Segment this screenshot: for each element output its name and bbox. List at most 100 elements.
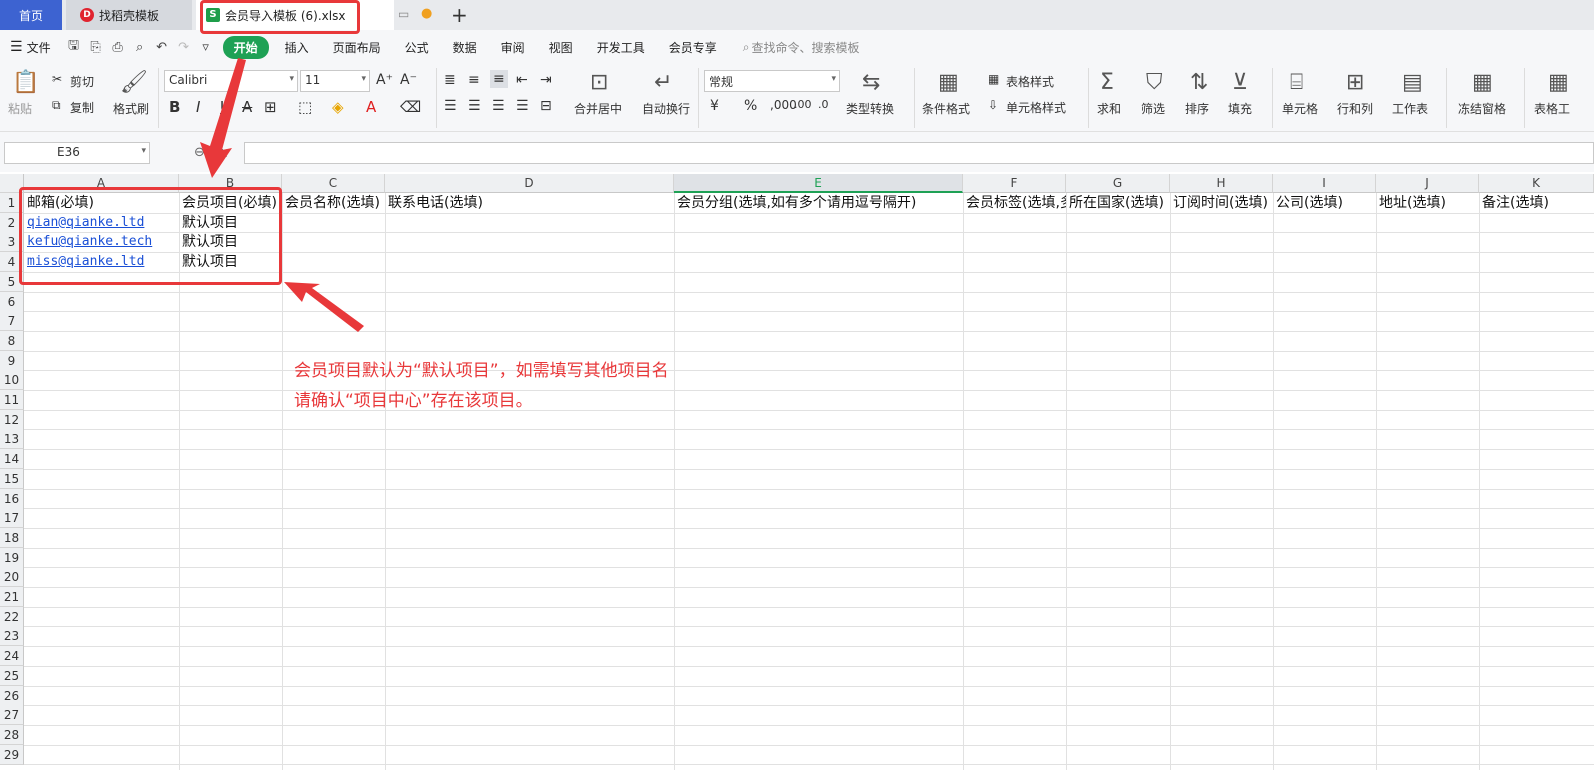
row-header[interactable]: 7: [0, 311, 24, 332]
row-header[interactable]: 27: [0, 705, 24, 726]
format-painter-icon[interactable]: 🖌: [120, 70, 148, 95]
row-header[interactable]: 11: [0, 390, 24, 410]
column-header-g[interactable]: G: [1066, 174, 1170, 193]
menu-data[interactable]: 数据: [441, 39, 489, 56]
row-header[interactable]: 26: [0, 685, 24, 706]
column-header-j[interactable]: J: [1376, 174, 1479, 193]
column-header-k[interactable]: K: [1479, 174, 1594, 193]
distribute-icon[interactable]: ⊟: [540, 98, 552, 114]
row-header[interactable]: 15: [0, 468, 24, 489]
row-header[interactable]: 29: [0, 744, 24, 765]
header-cell[interactable]: 会员分组(选填,如有多个请用逗号隔开): [674, 193, 963, 213]
indent-right-icon[interactable]: ⇥: [540, 72, 552, 88]
export-icon[interactable]: ⎘: [85, 40, 107, 55]
conditional-format-button[interactable]: 条件格式: [922, 100, 970, 117]
cut-button[interactable]: 剪切: [70, 73, 94, 90]
merge-icon[interactable]: ⊡: [590, 70, 608, 95]
row-header[interactable]: 8: [0, 330, 24, 351]
menu-start[interactable]: 开始: [222, 35, 269, 59]
font-family-select[interactable]: Calibri: [164, 70, 298, 92]
underline-icon[interactable]: U: [220, 98, 231, 116]
row-header[interactable]: 24: [0, 646, 24, 667]
row-header[interactable]: 16: [0, 488, 24, 509]
italic-icon[interactable]: I: [196, 98, 200, 116]
header-cell[interactable]: 备注(选填): [1479, 193, 1594, 213]
menu-view[interactable]: 视图: [537, 39, 585, 56]
zoom-formula-icon[interactable]: ⊖: [194, 145, 205, 160]
font-size-select[interactable]: 11: [300, 70, 370, 92]
wrap-text-button[interactable]: 自动换行: [642, 100, 690, 117]
sum-icon[interactable]: Σ: [1100, 70, 1114, 95]
fill-style-icon[interactable]: ⬚: [298, 98, 312, 116]
new-tab-button[interactable]: +: [451, 3, 468, 27]
align-center-icon[interactable]: ☰: [468, 98, 481, 114]
type-convert-button[interactable]: 类型转换: [846, 100, 894, 117]
bold-icon[interactable]: B: [169, 98, 180, 116]
thousands-icon[interactable]: ,000: [770, 98, 797, 112]
fill-icon[interactable]: ⊻: [1232, 70, 1248, 95]
filter-button[interactable]: 筛选: [1141, 100, 1165, 117]
header-cell[interactable]: 公司(选填): [1273, 193, 1376, 213]
row-header[interactable]: 9: [0, 350, 24, 371]
column-header-d[interactable]: D: [385, 174, 674, 193]
border-icon[interactable]: ⊞: [264, 98, 277, 116]
table-tools-button[interactable]: 表格工: [1534, 100, 1570, 117]
redo-icon[interactable]: ↷: [173, 40, 195, 55]
header-cell[interactable]: 会员标签(选填,多: [963, 193, 1066, 213]
decrease-decimal-icon[interactable]: .0: [818, 98, 829, 111]
menu-formula[interactable]: 公式: [393, 39, 441, 56]
filter-icon[interactable]: ⛉: [1146, 70, 1163, 95]
menu-file[interactable]: 文件: [23, 39, 63, 56]
conditional-format-icon[interactable]: ▦: [938, 70, 959, 95]
save-icon[interactable]: 🖫: [63, 36, 85, 58]
indent-left-icon[interactable]: ⇤: [516, 72, 528, 88]
row-header[interactable]: 23: [0, 626, 24, 647]
command-search[interactable]: 查找命令、搜索模板: [751, 39, 859, 56]
tab-find-template[interactable]: D 找稻壳模板: [66, 0, 192, 30]
justify-icon[interactable]: ☰: [516, 98, 529, 114]
row-header[interactable]: 25: [0, 665, 24, 686]
row-header[interactable]: 6: [0, 291, 24, 312]
align-right-icon[interactable]: ☰: [492, 98, 505, 114]
align-left-icon[interactable]: ☰: [444, 98, 457, 114]
monitor-icon[interactable]: ▭: [398, 7, 409, 21]
wrap-text-icon[interactable]: ↵: [654, 70, 672, 95]
font-color-icon[interactable]: A: [366, 98, 376, 116]
header-cell[interactable]: 地址(选填): [1376, 193, 1479, 213]
align-top-icon[interactable]: ≣: [444, 72, 456, 88]
menu-page-layout[interactable]: 页面布局: [321, 39, 393, 56]
row-header[interactable]: 20: [0, 567, 24, 588]
menu-review[interactable]: 审阅: [489, 39, 537, 56]
header-cell[interactable]: 订阅时间(选填): [1170, 193, 1273, 213]
column-header-f[interactable]: F: [963, 174, 1066, 193]
format-painter-button[interactable]: 格式刷: [113, 100, 149, 117]
percent-icon[interactable]: %: [744, 98, 757, 114]
row-header[interactable]: 12: [0, 409, 24, 430]
menu-insert[interactable]: 插入: [273, 39, 321, 56]
currency-icon[interactable]: ¥: [710, 98, 719, 114]
align-bottom-icon[interactable]: ≡: [490, 70, 508, 88]
paste-button[interactable]: 粘贴: [8, 100, 32, 117]
fx-icon[interactable]: fx: [215, 145, 228, 161]
row-col-icon[interactable]: ⊞: [1346, 70, 1364, 95]
convert-type-icon[interactable]: ⇆: [862, 70, 880, 95]
menu-member[interactable]: 会员专享: [657, 39, 729, 56]
undo-icon[interactable]: ↶: [151, 40, 173, 55]
merge-center-button[interactable]: 合并居中: [574, 100, 622, 117]
table-style-button[interactable]: 表格样式: [1006, 73, 1054, 90]
column-header-c[interactable]: C: [282, 174, 385, 193]
increase-decimal-icon[interactable]: .00: [794, 98, 812, 111]
freeze-panes-icon[interactable]: ▦: [1472, 70, 1493, 95]
fill-color-icon[interactable]: ◈: [332, 98, 344, 116]
sheet-button[interactable]: 工作表: [1392, 100, 1428, 117]
cell-button[interactable]: 单元格: [1282, 100, 1318, 117]
row-header[interactable]: 22: [0, 606, 24, 627]
sum-button[interactable]: 求和: [1097, 100, 1121, 117]
row-header[interactable]: 10: [0, 370, 24, 391]
hamburger-icon[interactable]: ☰: [10, 39, 23, 55]
row-header[interactable]: 21: [0, 587, 24, 607]
column-header-e[interactable]: E: [674, 174, 963, 193]
row-header[interactable]: 18: [0, 527, 24, 548]
header-cell[interactable]: 所在国家(选填): [1066, 193, 1170, 213]
row-col-button[interactable]: 行和列: [1337, 100, 1373, 117]
